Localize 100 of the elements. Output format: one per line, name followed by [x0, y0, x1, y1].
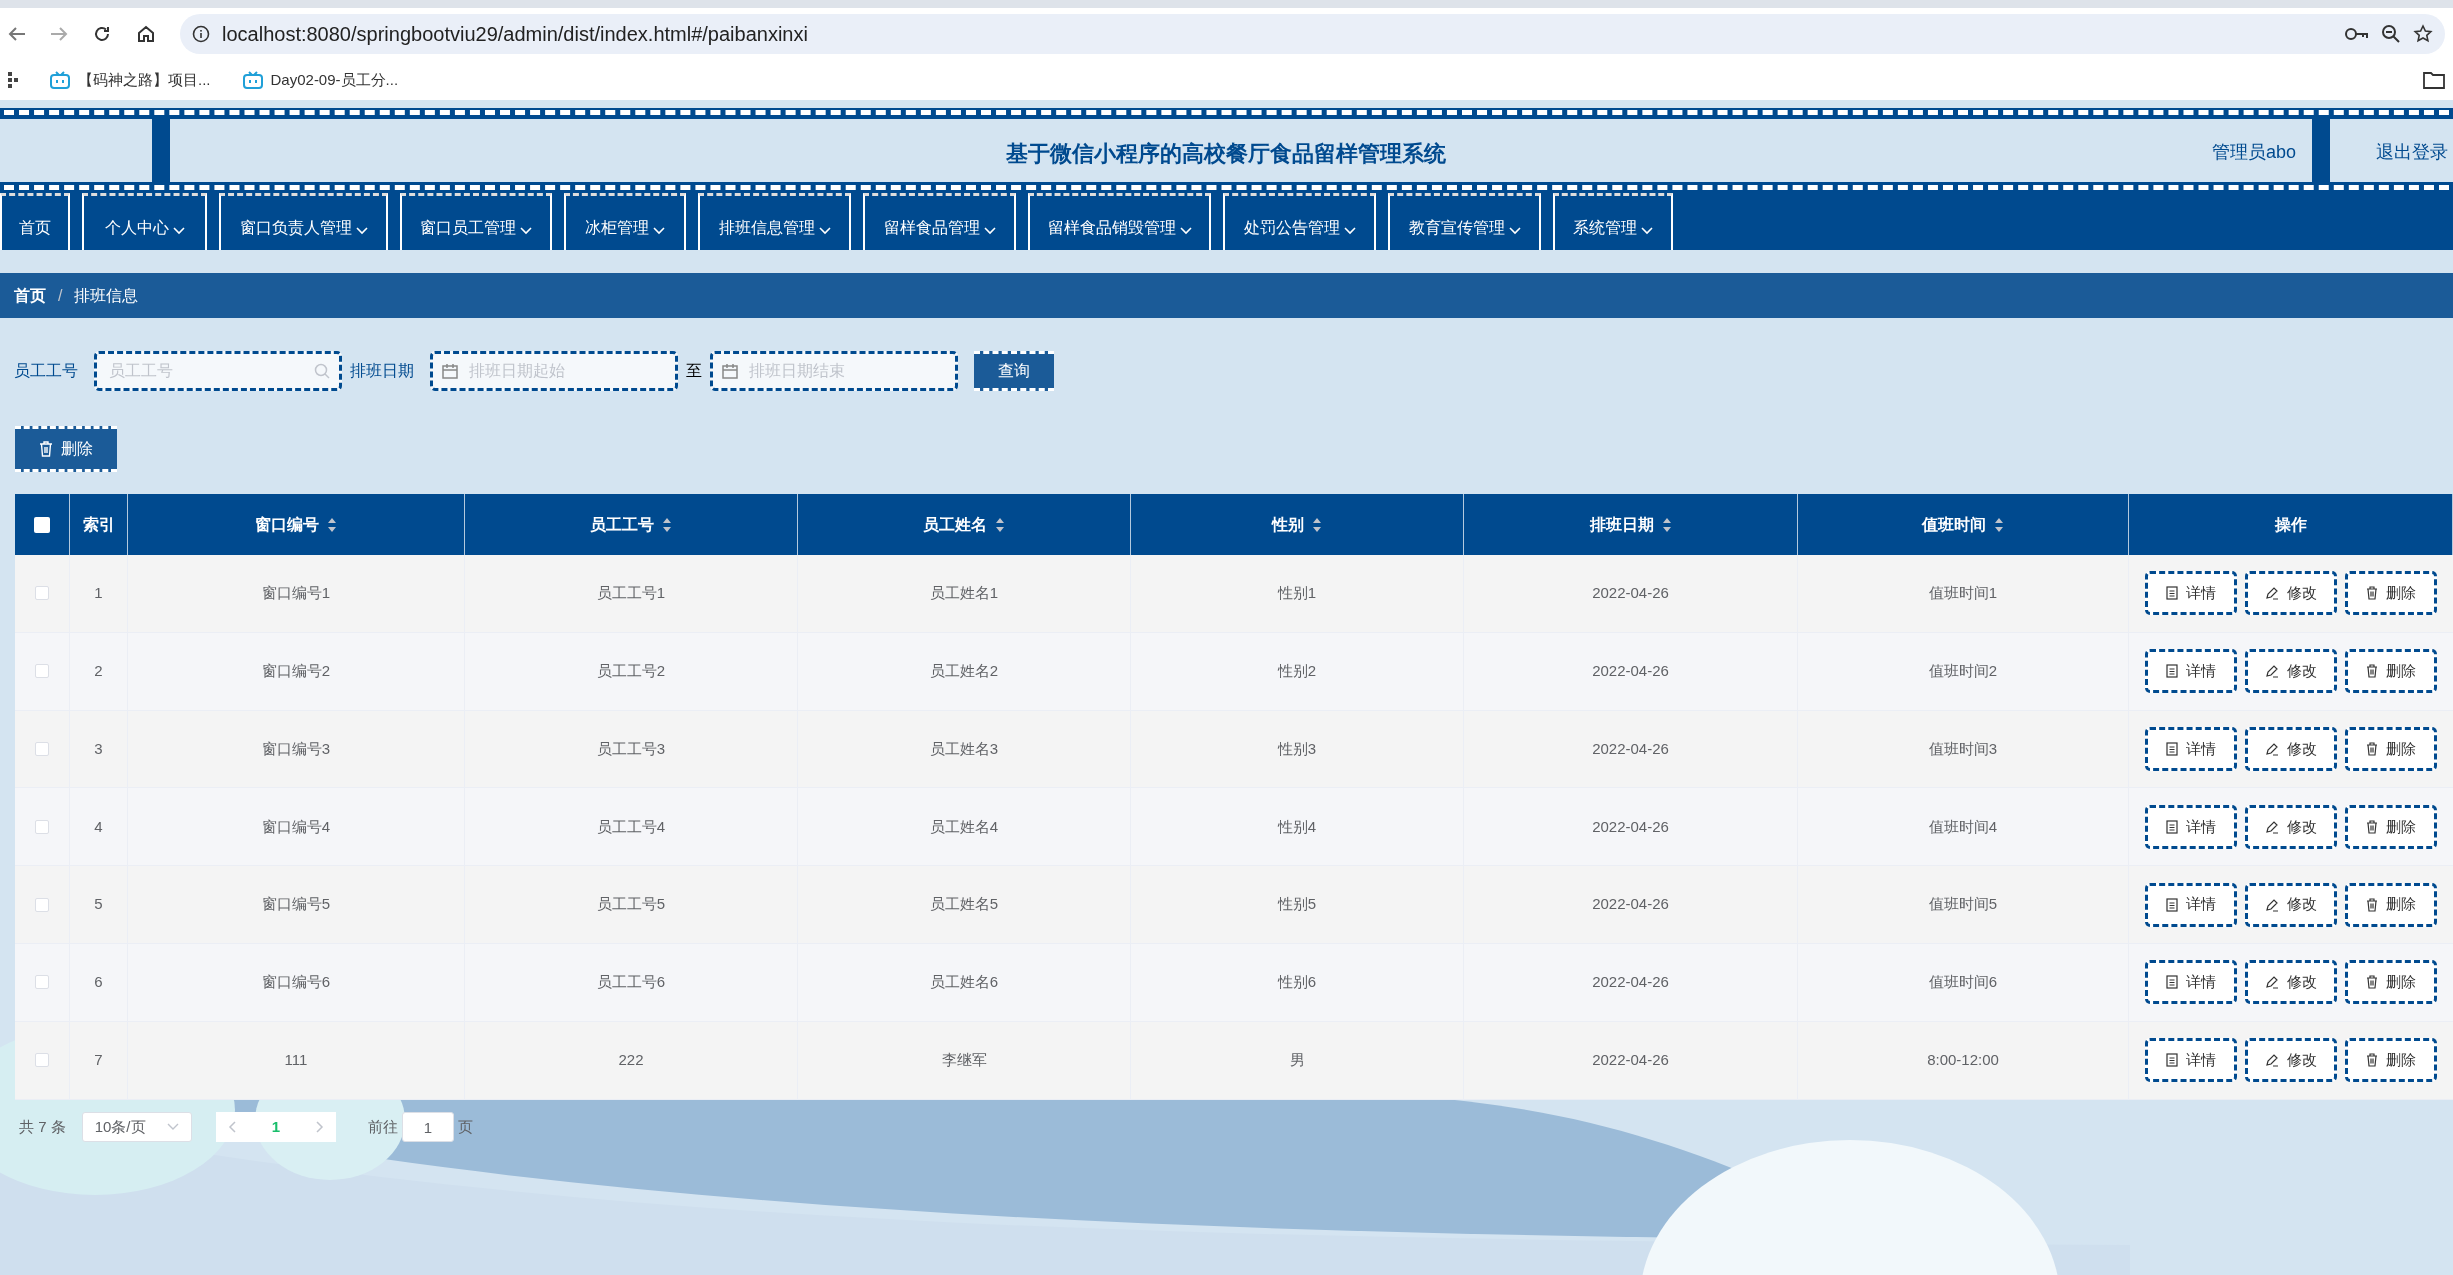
table-cell-text: 员工工号4 — [596, 816, 666, 837]
breadcrumb-item[interactable]: 首页 — [14, 283, 46, 308]
nav-item[interactable]: 冰柜管理 — [564, 193, 686, 250]
table-cell-text: 2022-04-26 — [1592, 738, 1669, 759]
star-icon[interactable] — [2413, 24, 2433, 44]
sort-icon[interactable] — [1994, 516, 2004, 533]
tv-icon — [242, 71, 263, 89]
info-icon — [192, 25, 210, 43]
edit-button[interactable]: 修改 — [2245, 960, 2337, 1005]
table-cell-text: 2022-04-26 — [1592, 894, 1669, 915]
table-cell-text: 8:00-12:00 — [1927, 1049, 1999, 1070]
nav-item[interactable]: 教育宣传管理 — [1388, 193, 1541, 250]
logout-link[interactable]: 退出登录 — [2376, 139, 2448, 166]
home-icon[interactable] — [136, 24, 156, 44]
column-header[interactable]: 性别 — [1272, 512, 1304, 537]
row-checkbox[interactable] — [35, 819, 49, 834]
page-size-select[interactable]: 10条/页 — [81, 1112, 192, 1143]
reload-icon[interactable] — [92, 24, 112, 44]
table-cell-text: 值班时间4 — [1928, 816, 1998, 837]
select-all-checkbox[interactable] — [34, 516, 50, 533]
apps-icon[interactable] — [8, 72, 18, 88]
delete-button[interactable]: 删除 — [2345, 1038, 2437, 1083]
edit-button[interactable]: 修改 — [2245, 1038, 2337, 1083]
query-button[interactable]: 查询 — [974, 351, 1054, 391]
detail-button[interactable]: 详情 — [2145, 960, 2237, 1005]
nav-item[interactable]: 个人中心 — [82, 193, 207, 250]
trash-icon — [2366, 819, 2378, 834]
nav-item[interactable]: 系统管理 — [1553, 193, 1673, 250]
table-cell-text: 性别3 — [1277, 738, 1317, 759]
edit-button[interactable]: 修改 — [2245, 727, 2337, 771]
column-header[interactable]: 排班日期 — [1589, 512, 1654, 537]
search-icon — [314, 363, 330, 379]
edit-button[interactable]: 修改 — [2245, 804, 2337, 849]
key-icon[interactable] — [2345, 26, 2369, 42]
table-cell-text: 性别5 — [1277, 894, 1317, 915]
page-input[interactable]: 1 — [402, 1112, 455, 1143]
nav-item[interactable]: 排班信息管理 — [698, 193, 851, 250]
detail-button[interactable]: 详情 — [2145, 882, 2237, 927]
column-header[interactable]: 值班时间 — [1922, 512, 1986, 537]
column-header[interactable]: 员工工号 — [590, 512, 654, 537]
delete-button[interactable]: 删除 — [2345, 804, 2437, 849]
bookmark-link[interactable]: 【码神之路】项目... — [78, 68, 211, 92]
sort-icon[interactable] — [1312, 516, 1322, 533]
row-checkbox[interactable] — [35, 586, 49, 601]
sort-icon[interactable] — [662, 516, 672, 533]
table-cell-text: 7 — [94, 1049, 103, 1070]
sort-icon[interactable] — [327, 516, 337, 533]
column-header[interactable]: 窗口编号 — [255, 512, 319, 537]
table-cell-text: 员工姓名4 — [929, 816, 999, 837]
column-header: 操作 — [2274, 514, 2307, 535]
detail-button[interactable]: 详情 — [2145, 649, 2237, 694]
back-icon[interactable] — [8, 26, 26, 42]
delete-button[interactable]: 删除 — [15, 426, 117, 472]
edit-button[interactable]: 修改 — [2245, 882, 2337, 927]
edit-button[interactable]: 修改 — [2245, 571, 2337, 616]
column-header[interactable]: 员工姓名 — [923, 512, 987, 537]
table-cell-text: 性别4 — [1277, 816, 1317, 837]
table-cell-text: 员工姓名5 — [929, 894, 999, 915]
nav-item[interactable]: 留样食品管理 — [863, 193, 1016, 250]
nav-item[interactable]: 处罚公告管理 — [1223, 193, 1376, 250]
delete-button[interactable]: 删除 — [2345, 571, 2437, 616]
document-icon — [2166, 586, 2178, 601]
nav-item[interactable]: 窗口员工管理 — [400, 193, 552, 250]
detail-button[interactable]: 详情 — [2145, 571, 2237, 616]
delete-button[interactable]: 删除 — [2345, 727, 2437, 771]
bookmark-link[interactable]: Day02-09-员工分... — [270, 68, 399, 92]
row-checkbox[interactable] — [35, 1053, 49, 1068]
nav-item[interactable]: 窗口负责人管理 — [219, 193, 388, 250]
table-cell-text: 4 — [94, 816, 103, 837]
folder-icon[interactable] — [2423, 71, 2445, 89]
pencil-icon — [2265, 819, 2279, 834]
trash-icon — [2366, 742, 2378, 756]
nav-item[interactable]: 首页 — [0, 193, 70, 250]
table-cell-text: 值班时间3 — [1928, 738, 1998, 759]
sort-icon[interactable] — [1661, 516, 1672, 533]
document-icon — [2166, 1053, 2178, 1068]
trash-icon — [2366, 664, 2378, 679]
edit-button[interactable]: 修改 — [2245, 649, 2337, 694]
table-cell-text: 6 — [94, 972, 103, 993]
delete-button[interactable]: 删除 — [2345, 960, 2437, 1005]
delete-button[interactable]: 删除 — [2345, 882, 2437, 927]
detail-button[interactable]: 详情 — [2145, 804, 2237, 849]
nav-item[interactable]: 留样食品销毁管理 — [1028, 193, 1211, 250]
sort-icon[interactable] — [995, 516, 1005, 533]
row-checkbox[interactable] — [35, 742, 49, 756]
row-checkbox[interactable] — [35, 897, 49, 912]
breadcrumb-item[interactable]: 排班信息 — [74, 283, 139, 308]
detail-button[interactable]: 详情 — [2145, 727, 2237, 771]
table-cell-text: 值班时间2 — [1928, 660, 1998, 681]
table-cell-text: 111 — [284, 1049, 308, 1070]
table-cell-text: 窗口编号6 — [261, 972, 331, 993]
row-checkbox[interactable] — [35, 975, 49, 990]
row-checkbox[interactable] — [35, 664, 49, 679]
zoom-icon[interactable] — [2381, 24, 2401, 44]
delete-button[interactable]: 删除 — [2345, 649, 2437, 694]
trash-icon — [2366, 897, 2378, 912]
table-cell-text: 5 — [94, 894, 103, 915]
detail-button[interactable]: 详情 — [2145, 1038, 2237, 1083]
trash-icon — [2366, 586, 2378, 601]
address-bar[interactable]: localhost:8080/springbootviu29/admin/dist/index.html#/paibanxinxi — [180, 14, 2445, 54]
